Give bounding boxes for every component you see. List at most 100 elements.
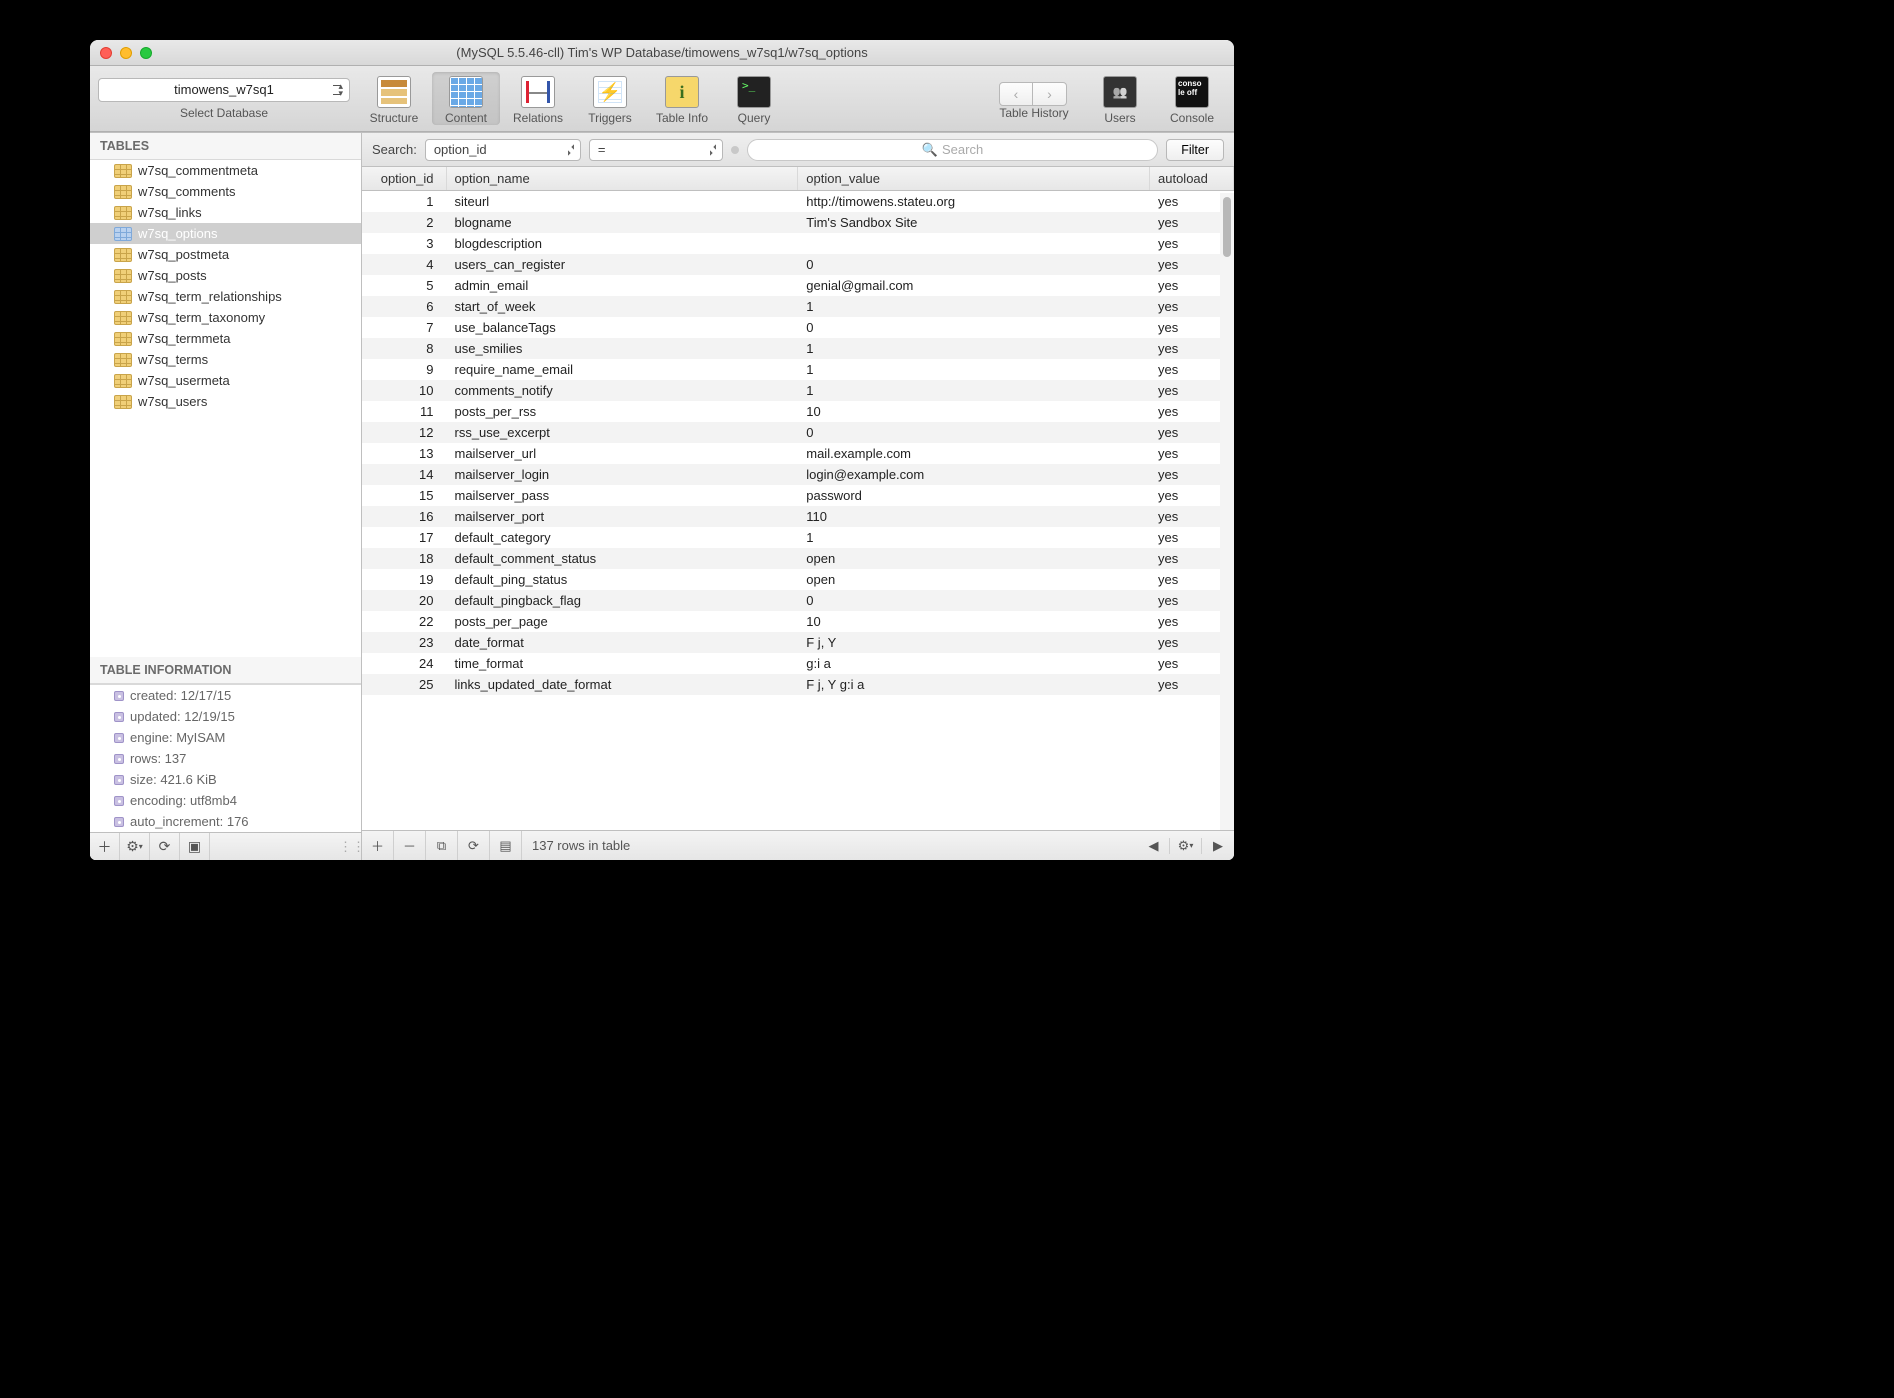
cell-option-id[interactable]: 14 (362, 464, 446, 485)
cell-option-value[interactable]: 1 (798, 296, 1150, 317)
cell-option-id[interactable]: 23 (362, 632, 446, 653)
table-row[interactable]: 15mailserver_passpasswordyes (362, 485, 1234, 506)
table-row[interactable]: 12rss_use_excerpt0yes (362, 422, 1234, 443)
cell-option-id[interactable]: 20 (362, 590, 446, 611)
remove-row-button[interactable]: － (394, 831, 426, 860)
sidebar-table-item[interactable]: w7sq_term_taxonomy (90, 307, 361, 328)
cell-option-id[interactable]: 15 (362, 485, 446, 506)
cell-option-value[interactable]: 10 (798, 611, 1150, 632)
refresh-button[interactable]: ⟳ (458, 831, 490, 860)
column-header-option-name[interactable]: option_name (446, 167, 798, 191)
search-operator-select[interactable]: = (589, 139, 723, 161)
cell-option-id[interactable]: 12 (362, 422, 446, 443)
scrollbar-thumb[interactable] (1223, 197, 1231, 257)
footer-gear-button[interactable]: ⚙︎▾ (1170, 838, 1202, 854)
duplicate-row-button[interactable]: ⧉ (426, 831, 458, 860)
cell-option-id[interactable]: 3 (362, 233, 446, 254)
cell-option-name[interactable]: require_name_email (446, 359, 798, 380)
tool-query[interactable]: Query (720, 72, 788, 125)
sidebar-table-item[interactable]: w7sq_terms (90, 349, 361, 370)
cell-option-name[interactable]: comments_notify (446, 380, 798, 401)
cell-option-id[interactable]: 19 (362, 569, 446, 590)
sidebar-resize-handle[interactable]: ⋮⋮ (343, 839, 361, 855)
cell-option-value[interactable]: 110 (798, 506, 1150, 527)
table-row[interactable]: 7use_balanceTags0yes (362, 317, 1234, 338)
table-row[interactable]: 18default_comment_statusopenyes (362, 548, 1234, 569)
cell-option-value[interactable]: password (798, 485, 1150, 506)
cell-option-name[interactable]: default_comment_status (446, 548, 798, 569)
cell-option-name[interactable]: posts_per_page (446, 611, 798, 632)
cell-option-name[interactable]: mailserver_login (446, 464, 798, 485)
tool-users[interactable]: Users (1086, 72, 1154, 125)
cell-option-id[interactable]: 17 (362, 527, 446, 548)
close-icon[interactable] (100, 47, 112, 59)
table-row[interactable]: 4users_can_register0yes (362, 254, 1234, 275)
cell-option-value[interactable]: 10 (798, 401, 1150, 422)
cell-option-value[interactable]: http://timowens.stateu.org (798, 191, 1150, 213)
cell-option-id[interactable]: 11 (362, 401, 446, 422)
cell-option-name[interactable]: users_can_register (446, 254, 798, 275)
cell-option-name[interactable]: siteurl (446, 191, 798, 213)
cell-option-name[interactable]: links_updated_date_format (446, 674, 798, 695)
cell-option-value[interactable]: 1 (798, 338, 1150, 359)
cell-option-name[interactable]: admin_email (446, 275, 798, 296)
history-back-button[interactable]: ‹ (999, 82, 1033, 106)
cell-option-id[interactable]: 16 (362, 506, 446, 527)
cell-option-value[interactable]: 0 (798, 254, 1150, 275)
cell-option-name[interactable]: time_format (446, 653, 798, 674)
sidebar-table-item[interactable]: w7sq_options (90, 223, 361, 244)
cell-option-name[interactable]: blogdescription (446, 233, 798, 254)
cell-option-id[interactable]: 7 (362, 317, 446, 338)
cell-option-id[interactable]: 18 (362, 548, 446, 569)
cell-option-value[interactable]: 0 (798, 590, 1150, 611)
cell-option-id[interactable]: 13 (362, 443, 446, 464)
tool-tableinfo[interactable]: Table Info (648, 72, 716, 125)
cell-option-value[interactable]: mail.example.com (798, 443, 1150, 464)
cell-option-id[interactable]: 24 (362, 653, 446, 674)
table-row[interactable]: 23date_formatF j, Yyes (362, 632, 1234, 653)
cell-option-name[interactable]: mailserver_pass (446, 485, 798, 506)
tool-console[interactable]: Console (1158, 72, 1226, 125)
vertical-scrollbar[interactable] (1220, 193, 1234, 830)
cell-option-name[interactable]: default_pingback_flag (446, 590, 798, 611)
sidebar-table-item[interactable]: w7sq_posts (90, 265, 361, 286)
sidebar-gear-button[interactable]: ⚙︎▾ (120, 833, 150, 860)
table-row[interactable]: 20default_pingback_flag0yes (362, 590, 1234, 611)
table-row[interactable]: 2blognameTim's Sandbox Siteyes (362, 212, 1234, 233)
cell-option-id[interactable]: 10 (362, 380, 446, 401)
table-row[interactable]: 22posts_per_page10yes (362, 611, 1234, 632)
table-row[interactable]: 10comments_notify1yes (362, 380, 1234, 401)
tool-content[interactable]: Content (432, 72, 500, 125)
table-row[interactable]: 24time_formatg:i ayes (362, 653, 1234, 674)
table-row[interactable]: 8use_smilies1yes (362, 338, 1234, 359)
zoom-icon[interactable] (140, 47, 152, 59)
add-table-button[interactable]: ＋ (90, 833, 120, 860)
table-row[interactable]: 25links_updated_date_formatF j, Y g:i ay… (362, 674, 1234, 695)
cell-option-value[interactable]: 0 (798, 422, 1150, 443)
cell-option-name[interactable]: default_category (446, 527, 798, 548)
cell-option-id[interactable]: 6 (362, 296, 446, 317)
sidebar-table-item[interactable]: w7sq_postmeta (90, 244, 361, 265)
cell-option-value[interactable]: 1 (798, 380, 1150, 401)
search-input[interactable]: 🔍 Search (747, 139, 1158, 161)
cell-option-id[interactable]: 1 (362, 191, 446, 213)
sidebar-table-item[interactable]: w7sq_usermeta (90, 370, 361, 391)
cell-option-name[interactable]: use_balanceTags (446, 317, 798, 338)
prev-page-button[interactable]: ◀ (1138, 838, 1170, 854)
cell-option-id[interactable]: 22 (362, 611, 446, 632)
sidebar-refresh-button[interactable]: ⟳ (150, 833, 180, 860)
cell-option-name[interactable]: mailserver_url (446, 443, 798, 464)
cell-option-value[interactable]: F j, Y (798, 632, 1150, 653)
tool-structure[interactable]: Structure (360, 72, 428, 125)
paginate-button[interactable]: ▤ (490, 831, 522, 860)
cell-option-value[interactable]: Tim's Sandbox Site (798, 212, 1150, 233)
table-row[interactable]: 9require_name_email1yes (362, 359, 1234, 380)
cell-option-value[interactable]: genial@gmail.com (798, 275, 1150, 296)
database-selector[interactable]: timowens_w7sq1 ▴▾ (98, 78, 350, 102)
cell-option-id[interactable]: 4 (362, 254, 446, 275)
cell-option-name[interactable]: start_of_week (446, 296, 798, 317)
cell-option-name[interactable]: rss_use_excerpt (446, 422, 798, 443)
table-row[interactable]: 6start_of_week1yes (362, 296, 1234, 317)
sidebar-table-item[interactable]: w7sq_commentmeta (90, 160, 361, 181)
cell-option-id[interactable]: 9 (362, 359, 446, 380)
